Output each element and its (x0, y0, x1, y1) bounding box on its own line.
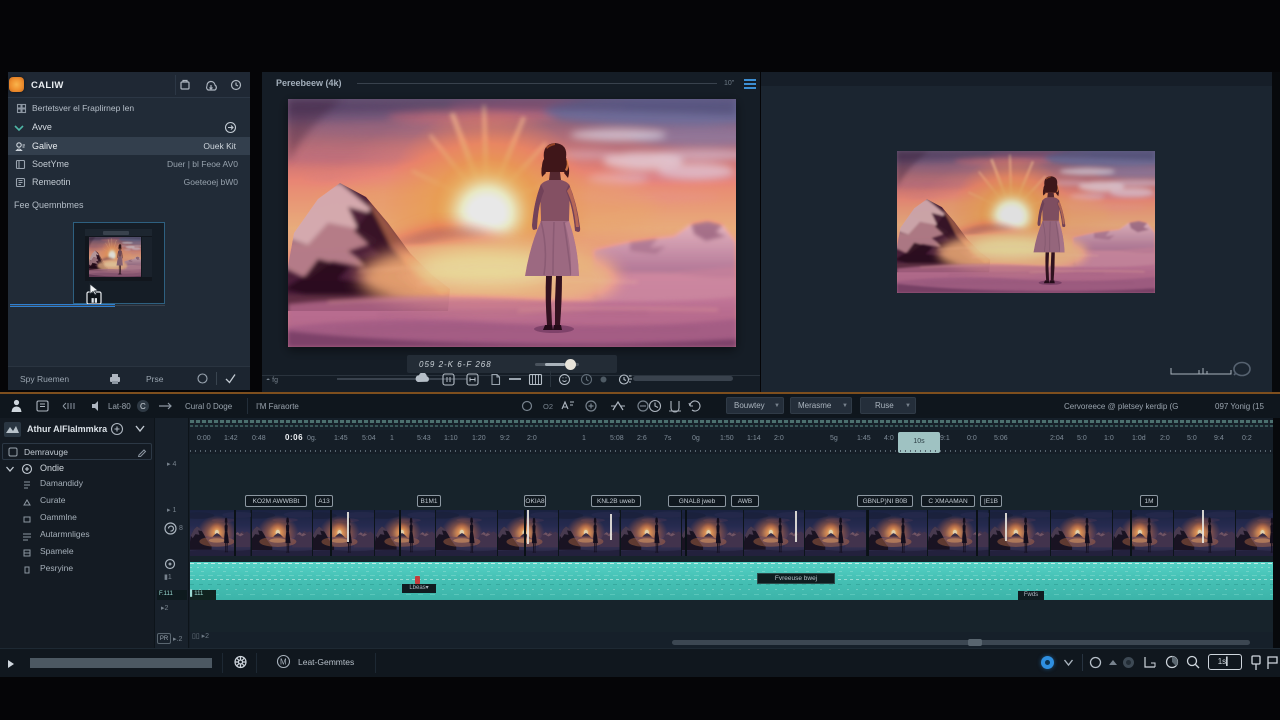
svg-text:C: C (140, 402, 146, 411)
svg-text:M: M (280, 658, 287, 667)
